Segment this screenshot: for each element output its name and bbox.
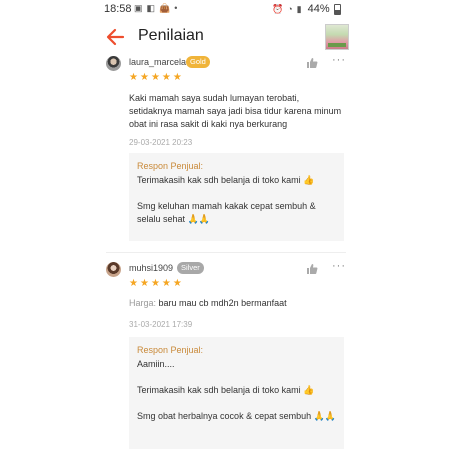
rating-stars: ★ ★ ★ ★ ★	[129, 73, 182, 83]
price-label: Harga:	[129, 298, 157, 308]
member-badge: Gold	[186, 56, 210, 68]
star-icon: ★	[161, 278, 171, 289]
username: laura_marcela	[129, 57, 187, 67]
star-icon: ★	[139, 72, 149, 83]
member-badge: Silver	[177, 262, 204, 274]
arrow-left-icon	[106, 28, 125, 46]
star-icon: ★	[161, 72, 171, 83]
avatar[interactable]	[106, 262, 121, 277]
review-text: Kaki mamah saya sudah lumayan terobati, …	[129, 93, 342, 129]
review-date: 31-03-2021 17:39	[129, 320, 193, 329]
star-icon: ★	[139, 278, 149, 289]
seller-response-box: Respon Penjual: Aamiin.... Terimakasih k…	[129, 337, 344, 449]
seller-response-box: Respon Penjual: Terimakasih kak sdh bela…	[129, 153, 344, 241]
seller-response-label: Respon Penjual:	[137, 345, 204, 355]
more-options-icon[interactable]: ···	[332, 260, 346, 272]
dot-icon: •	[174, 3, 178, 13]
battery-percent: 44%	[307, 3, 330, 15]
wifi-icon: ◔	[287, 4, 293, 14]
seller-response-text: Terimakasih kak sdh belanja di toko kami…	[137, 175, 316, 224]
thumbs-up-icon[interactable]	[306, 262, 318, 274]
username: muhsi1909	[129, 263, 174, 273]
star-icon: ★	[129, 72, 138, 83]
seller-response-label: Respon Penjual:	[137, 161, 204, 171]
star-icon: ★	[129, 278, 138, 289]
seller-response-text: Aamiin.... Terimakasih kak sdh belanja d…	[137, 359, 337, 421]
alarm-icon: ⏰	[272, 3, 284, 14]
page-title: Penilaian	[138, 27, 204, 44]
bag-icon: 👜	[159, 3, 171, 13]
star-icon: ★	[172, 72, 182, 83]
image-icon: ▣	[134, 3, 143, 13]
rating-stars: ★ ★ ★ ★ ★	[129, 279, 182, 289]
product-thumbnail[interactable]	[325, 24, 349, 50]
sim-icon: ◧	[146, 3, 156, 13]
more-options-icon[interactable]: ···	[332, 54, 346, 66]
star-icon: ★	[172, 278, 182, 289]
app-bar: Penilaian	[0, 18, 450, 56]
signal-icon: ▮	[296, 3, 302, 14]
star-icon: ★	[150, 278, 160, 289]
status-time: 18:58	[104, 3, 132, 15]
review-item: laura_marcela Gold ··· ★ ★ ★ ★ ★ Kaki ma…	[106, 54, 346, 246]
price-comment: Harga: baru mau cb mdh2n bermanfaat	[129, 298, 287, 308]
review-item: muhsi1909 Silver ··· ★ ★ ★ ★ ★ Harga: ba…	[106, 260, 346, 450]
price-value: baru mau cb mdh2n bermanfaat	[158, 298, 287, 308]
battery-icon	[333, 3, 341, 15]
divider	[106, 252, 346, 253]
status-bar: 18:58 ▣ ◧ 👜 • ⏰ ◔ ▮ 44%	[0, 0, 450, 18]
avatar[interactable]	[106, 56, 121, 71]
back-button[interactable]	[104, 25, 128, 49]
star-icon: ★	[150, 72, 160, 83]
review-date: 29-03-2021 20:23	[129, 138, 193, 147]
thumbs-up-icon[interactable]	[306, 56, 318, 68]
